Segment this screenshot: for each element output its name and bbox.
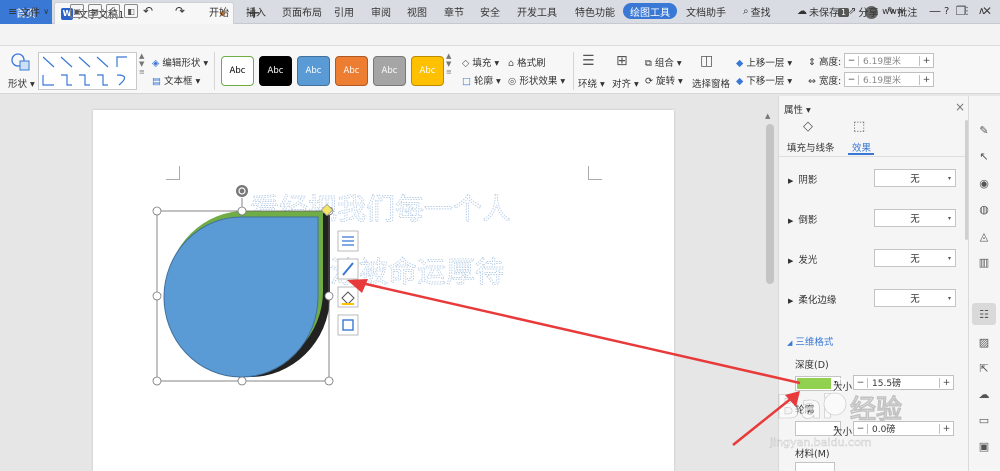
image-icon[interactable]: ▣	[976, 438, 992, 454]
resize-handle[interactable]	[152, 206, 162, 216]
depth-size-value[interactable]: 15.5磅	[868, 376, 939, 389]
chevron-right-icon: ▶	[788, 257, 794, 265]
scroll-up-icon[interactable]: ▲	[765, 112, 770, 120]
effect-row-dropdown[interactable]: 无 ▾	[874, 249, 956, 267]
tab-fill-and-line[interactable]: 填充与线条	[787, 140, 835, 154]
chevron-right-icon: ▶	[788, 217, 794, 225]
caret-down-icon: ▾	[947, 174, 951, 182]
pointer-icon[interactable]: ↖	[976, 148, 992, 164]
rotate-handle-icon[interactable]	[236, 185, 248, 197]
resize-handle[interactable]	[237, 376, 247, 386]
pen-icon[interactable]: ✎	[976, 122, 992, 138]
contour-minus-button[interactable]: −	[854, 423, 868, 434]
depth-size-stepper[interactable]: − 15.5磅 +	[853, 375, 954, 390]
teardrop-shape[interactable]	[163, 210, 330, 378]
resize-handle[interactable]	[237, 206, 247, 216]
scrollbar-thumb[interactable]	[766, 124, 774, 284]
effect-row-dropdown[interactable]: 无 ▾	[874, 289, 956, 307]
chevron-right-icon: ▶	[788, 297, 794, 305]
effect-row-label[interactable]: ▶ 倒影	[788, 212, 817, 226]
effect-row-label[interactable]: ▶ 柔化边缘	[788, 292, 836, 306]
fill-drop-icon[interactable]: ◬	[976, 228, 992, 244]
material-label: 材料(M)	[795, 449, 830, 460]
share-out-icon[interactable]: ⇱	[976, 360, 992, 376]
material-picker[interactable]	[795, 462, 835, 471]
fill-line-icon[interactable]: ◇	[803, 119, 813, 134]
chevron-right-icon: ▶	[788, 177, 794, 185]
outline-icon[interactable]	[337, 314, 359, 336]
effect-row-label[interactable]: ▶ 发光	[788, 252, 817, 266]
contour-size-label: 大小	[833, 427, 853, 438]
resize-handle[interactable]	[152, 291, 162, 301]
caret-down-icon: ▾	[947, 214, 951, 222]
contour-size-value[interactable]: 0.0磅	[868, 422, 939, 435]
resize-handle[interactable]	[152, 376, 162, 386]
caret-down-icon: ▾	[947, 294, 951, 302]
contour-label: 轮廓	[795, 405, 815, 416]
location-icon[interactable]: ◉	[976, 175, 992, 191]
effect-icon[interactable]: ⬚	[853, 119, 865, 134]
effect-row-dropdown[interactable]: 无 ▾	[874, 209, 956, 227]
depth-plus-button[interactable]: +	[939, 377, 953, 388]
resize-handle[interactable]	[324, 291, 334, 301]
effect-row-label[interactable]: ▶ 阴影	[788, 172, 817, 186]
contour-size-stepper[interactable]: − 0.0磅 +	[853, 421, 954, 436]
sliders-icon[interactable]: ☷	[976, 306, 992, 322]
section-3d-format[interactable]: ◢ 三维格式	[787, 334, 833, 348]
effect-row-dropdown[interactable]: 无 ▾	[874, 169, 956, 187]
depth-label: 深度(D)	[795, 360, 829, 371]
triangle-down-icon: ◢	[787, 339, 793, 347]
cloud-sync-icon[interactable]: ☁	[976, 386, 992, 402]
active-tab-underline	[848, 153, 874, 155]
depth-color-swatch	[797, 378, 831, 389]
chart-icon[interactable]: ▥	[976, 254, 992, 270]
panel-divider	[778, 156, 968, 157]
shapes-icon[interactable]: ◍	[976, 201, 992, 217]
depth-size-text: 大小	[833, 382, 853, 393]
tab-effect[interactable]: 效果	[852, 140, 871, 154]
contour-plus-button[interactable]: +	[939, 423, 953, 434]
properties-title[interactable]: 属性 ▾	[784, 102, 811, 116]
close-icon[interactable]: ×	[955, 100, 965, 114]
resize-handle[interactable]	[324, 376, 334, 386]
archive-icon[interactable]: ▭	[976, 412, 992, 428]
caret-down-icon: ▾	[947, 254, 951, 262]
document-icon[interactable]: ▨	[976, 334, 992, 350]
depth-minus-button[interactable]: −	[854, 377, 868, 388]
